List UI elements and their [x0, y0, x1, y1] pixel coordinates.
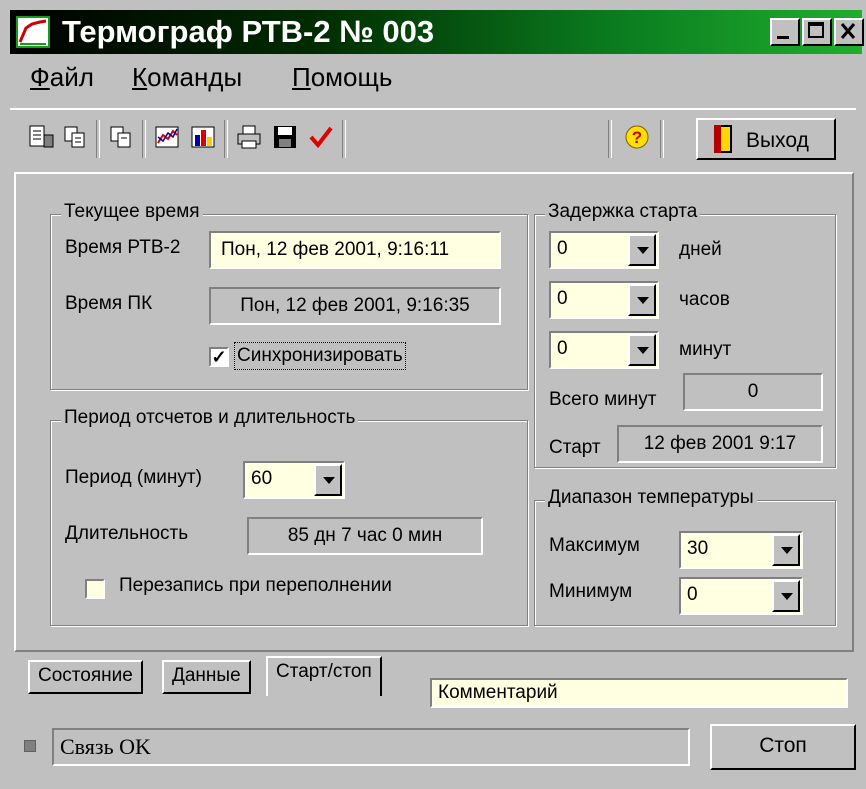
graph-icon[interactable]: [150, 120, 184, 154]
start-stop-panel: Текущее время Время РТВ-2 Пон, 12 фев 20…: [14, 172, 854, 652]
toolbar: ? Выход: [10, 108, 856, 170]
temp-range-title: Диапазон температуры: [545, 487, 757, 509]
print-icon[interactable]: [232, 120, 266, 154]
overwrite-checkbox[interactable]: [85, 579, 105, 599]
delay-days-value: 0: [557, 238, 568, 259]
close-button[interactable]: [834, 18, 864, 46]
toolbar-separator: [224, 120, 228, 158]
pc-time-field: Пон, 12 фев 2001, 9:16:35: [209, 287, 501, 325]
chevron-down-icon[interactable]: [628, 334, 656, 366]
paste-icon[interactable]: [104, 120, 138, 154]
save-icon[interactable]: [268, 120, 302, 154]
chevron-down-icon[interactable]: [772, 534, 800, 566]
max-temp-select[interactable]: 30: [679, 531, 803, 569]
exit-door-icon: [714, 125, 732, 153]
min-temp-select[interactable]: 0: [679, 577, 803, 615]
help-icon[interactable]: ?: [620, 120, 654, 154]
title-bar[interactable]: Термограф РТВ-2 № 003: [10, 10, 864, 54]
start-delay-group: Задержка старта 0 дней 0 часов 0 минут В…: [534, 201, 836, 468]
period-select-value: 60: [251, 468, 273, 489]
tab-start-stop[interactable]: Старт/стоп: [266, 656, 382, 696]
delay-minutes-label: минут: [679, 339, 732, 360]
toolbar-separator: [96, 120, 100, 158]
rtv-time-field[interactable]: Пон, 12 фев 2001, 9:16:11: [209, 231, 501, 269]
period-select[interactable]: 60: [243, 461, 345, 499]
toolbar-separator: [608, 120, 612, 158]
checkmark-icon[interactable]: [304, 120, 338, 154]
stop-button[interactable]: Стоп: [710, 724, 856, 770]
thermograph-app-icon: [16, 16, 50, 48]
menu-commands[interactable]: Команды: [132, 62, 242, 93]
window-title: Термограф РТВ-2 № 003: [62, 14, 435, 49]
read-device-icon[interactable]: [24, 120, 58, 154]
connection-indicator-icon: [24, 740, 36, 752]
start-delay-title: Задержка старта: [545, 201, 701, 223]
exit-button[interactable]: Выход: [696, 118, 836, 160]
chevron-down-icon[interactable]: [772, 580, 800, 612]
delay-hours-select[interactable]: 0: [549, 281, 659, 319]
chevron-down-icon[interactable]: [628, 284, 656, 316]
chevron-down-icon[interactable]: [314, 464, 342, 496]
delay-days-select[interactable]: 0: [549, 231, 659, 269]
menu-commands-label: Команды: [132, 62, 243, 92]
connection-status: Связь OK: [52, 728, 690, 766]
max-temp-value: 30: [687, 538, 709, 559]
period-label: Период (минут): [65, 467, 202, 488]
menu-file-label: Файл: [30, 62, 94, 92]
rtv-time-label: Время РТВ-2: [65, 237, 181, 258]
toolbar-separator: [142, 120, 146, 158]
menu-file[interactable]: Файл: [30, 62, 94, 93]
delay-hours-label: часов: [679, 289, 730, 310]
sync-checkbox[interactable]: ✓: [209, 347, 229, 367]
delay-hours-value: 0: [557, 288, 568, 309]
tab-data[interactable]: Данные: [162, 660, 251, 694]
menu-help-label: Помощь: [292, 62, 393, 92]
minimize-button[interactable]: [770, 18, 800, 46]
current-time-group: Текущее время Время РТВ-2 Пон, 12 фев 20…: [50, 201, 528, 390]
comment-field[interactable]: Комментарий: [430, 678, 848, 708]
period-group: Период отсчетов и длительность Период (м…: [50, 407, 528, 626]
current-time-title: Текущее время: [61, 201, 203, 223]
pc-time-label: Время ПК: [65, 293, 153, 314]
duration-field: 85 дн 7 час 0 мин: [247, 517, 483, 555]
chevron-down-icon[interactable]: [628, 234, 656, 266]
menu-help[interactable]: Помощь: [292, 62, 392, 93]
delay-minutes-value: 0: [557, 338, 568, 359]
max-temp-label: Максимум: [549, 535, 640, 556]
start-label: Старт: [549, 437, 601, 458]
sync-label[interactable]: Синхронизировать: [234, 342, 406, 370]
copy-icon[interactable]: [58, 120, 92, 154]
delay-days-label: дней: [679, 239, 722, 260]
svg-text:?: ?: [632, 128, 642, 147]
min-temp-label: Минимум: [549, 581, 633, 602]
tab-state[interactable]: Состояние: [28, 660, 143, 694]
bar-chart-icon[interactable]: [186, 120, 220, 154]
toolbar-separator: [342, 120, 346, 158]
delay-minutes-select[interactable]: 0: [549, 331, 659, 369]
toolbar-separator: [660, 120, 664, 158]
min-temp-value: 0: [687, 584, 698, 605]
start-time-field: 12 фев 2001 9:17: [617, 425, 823, 463]
maximize-button[interactable]: [802, 18, 832, 46]
overwrite-label: Перезапись при переполнении: [119, 575, 392, 596]
duration-label: Длительность: [65, 523, 189, 544]
exit-button-label: Выход: [746, 129, 809, 152]
app-window: Термограф РТВ-2 № 003 Файл Команды Помощ…: [0, 0, 866, 789]
total-minutes-label: Всего минут: [549, 389, 657, 410]
total-minutes-field: 0: [683, 373, 823, 411]
temp-range-group: Диапазон температуры Максимум 30 Минимум…: [534, 487, 836, 626]
period-title: Период отсчетов и длительность: [61, 407, 359, 429]
